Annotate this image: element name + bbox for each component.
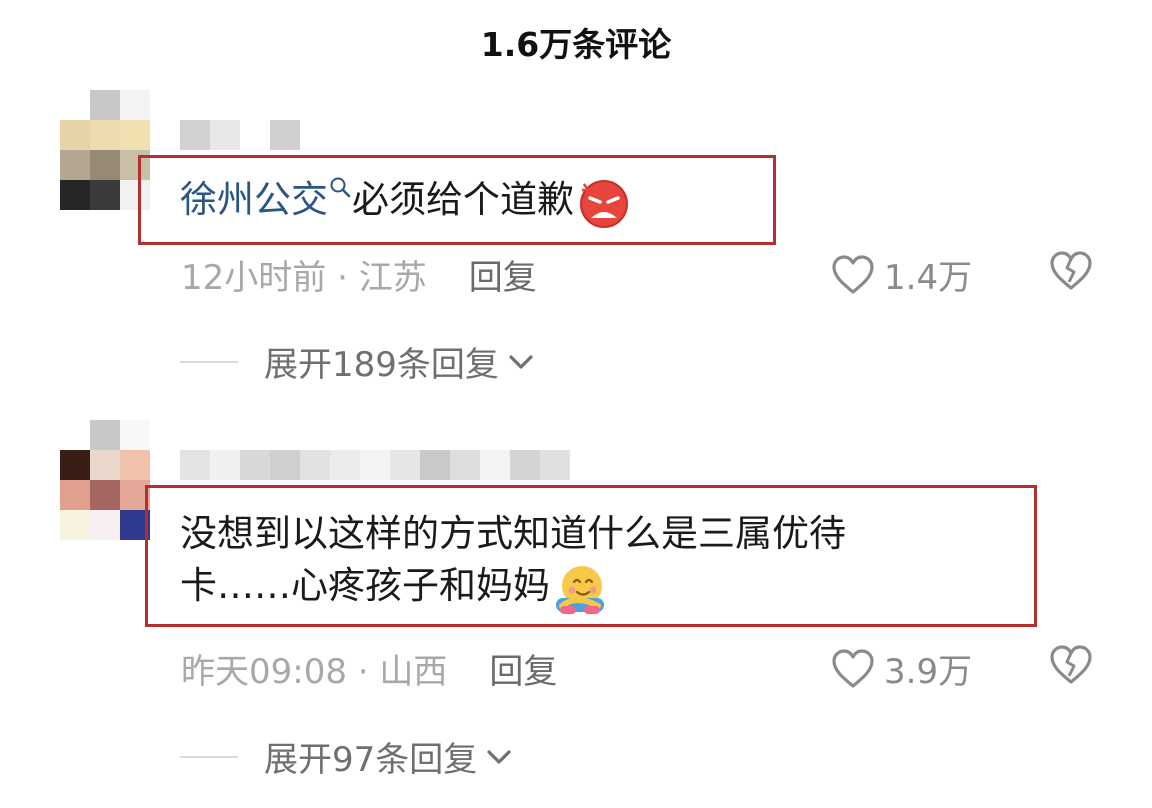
like-button[interactable]: 3.9万 (830, 644, 972, 693)
broken-heart-icon (1050, 645, 1092, 684)
expand-replies-button[interactable]: 展开189条回复 (180, 337, 535, 386)
divider-line (180, 360, 238, 363)
comment-location: 山西 (379, 652, 448, 692)
search-icon[interactable] (328, 174, 352, 212)
comment-time: 昨天09:08 (181, 652, 347, 692)
like-count: 1.4万 (884, 258, 973, 298)
dislike-button[interactable] (1048, 250, 1094, 296)
like-count: 3.9万 (884, 652, 973, 692)
reply-button[interactable]: 回复 (489, 652, 557, 692)
heart-icon (832, 254, 874, 294)
chevron-down-icon (487, 749, 511, 764)
comment-body: 必须给个道歉 (352, 178, 574, 221)
username-blurred[interactable] (180, 450, 570, 480)
reply-button[interactable]: 回复 (469, 258, 537, 298)
dislike-button[interactable] (1048, 644, 1094, 690)
chevron-down-icon (509, 354, 533, 369)
broken-heart-icon (1050, 251, 1092, 290)
username-blurred[interactable] (180, 120, 300, 150)
expand-replies-label: 展开97条回复 (264, 740, 478, 780)
mention-link[interactable]: 徐州公交 (180, 178, 328, 221)
comment-meta: 12小时前 · 江苏 回复 (181, 258, 537, 298)
comment-text: 没想到以这样的方式知道什么是三属优待 卡……心疼孩子和妈妈 (180, 508, 846, 614)
divider-line (180, 755, 238, 758)
comment-body-line: 卡……心疼孩子和妈妈 (180, 564, 550, 607)
expand-replies-label: 展开189条回复 (264, 345, 499, 385)
hugging-face-icon (550, 560, 608, 614)
heart-icon (832, 648, 874, 688)
like-button[interactable]: 1.4万 (830, 250, 972, 299)
comment-text: 徐州公交 必须给个道歉 (180, 174, 632, 228)
comment-body-line: 没想到以这样的方式知道什么是三属优待 (180, 512, 846, 555)
angry-face-icon (574, 174, 632, 228)
expand-replies-button[interactable]: 展开97条回复 (180, 732, 513, 781)
avatar[interactable] (60, 420, 150, 540)
avatar[interactable] (60, 90, 150, 210)
comment-time: 12小时前 (181, 258, 327, 298)
comment-location: 江苏 (358, 258, 427, 298)
comment-meta: 昨天09:08 · 山西 回复 (181, 652, 558, 692)
comments-count-title: 1.6万条评论 (480, 25, 672, 64)
